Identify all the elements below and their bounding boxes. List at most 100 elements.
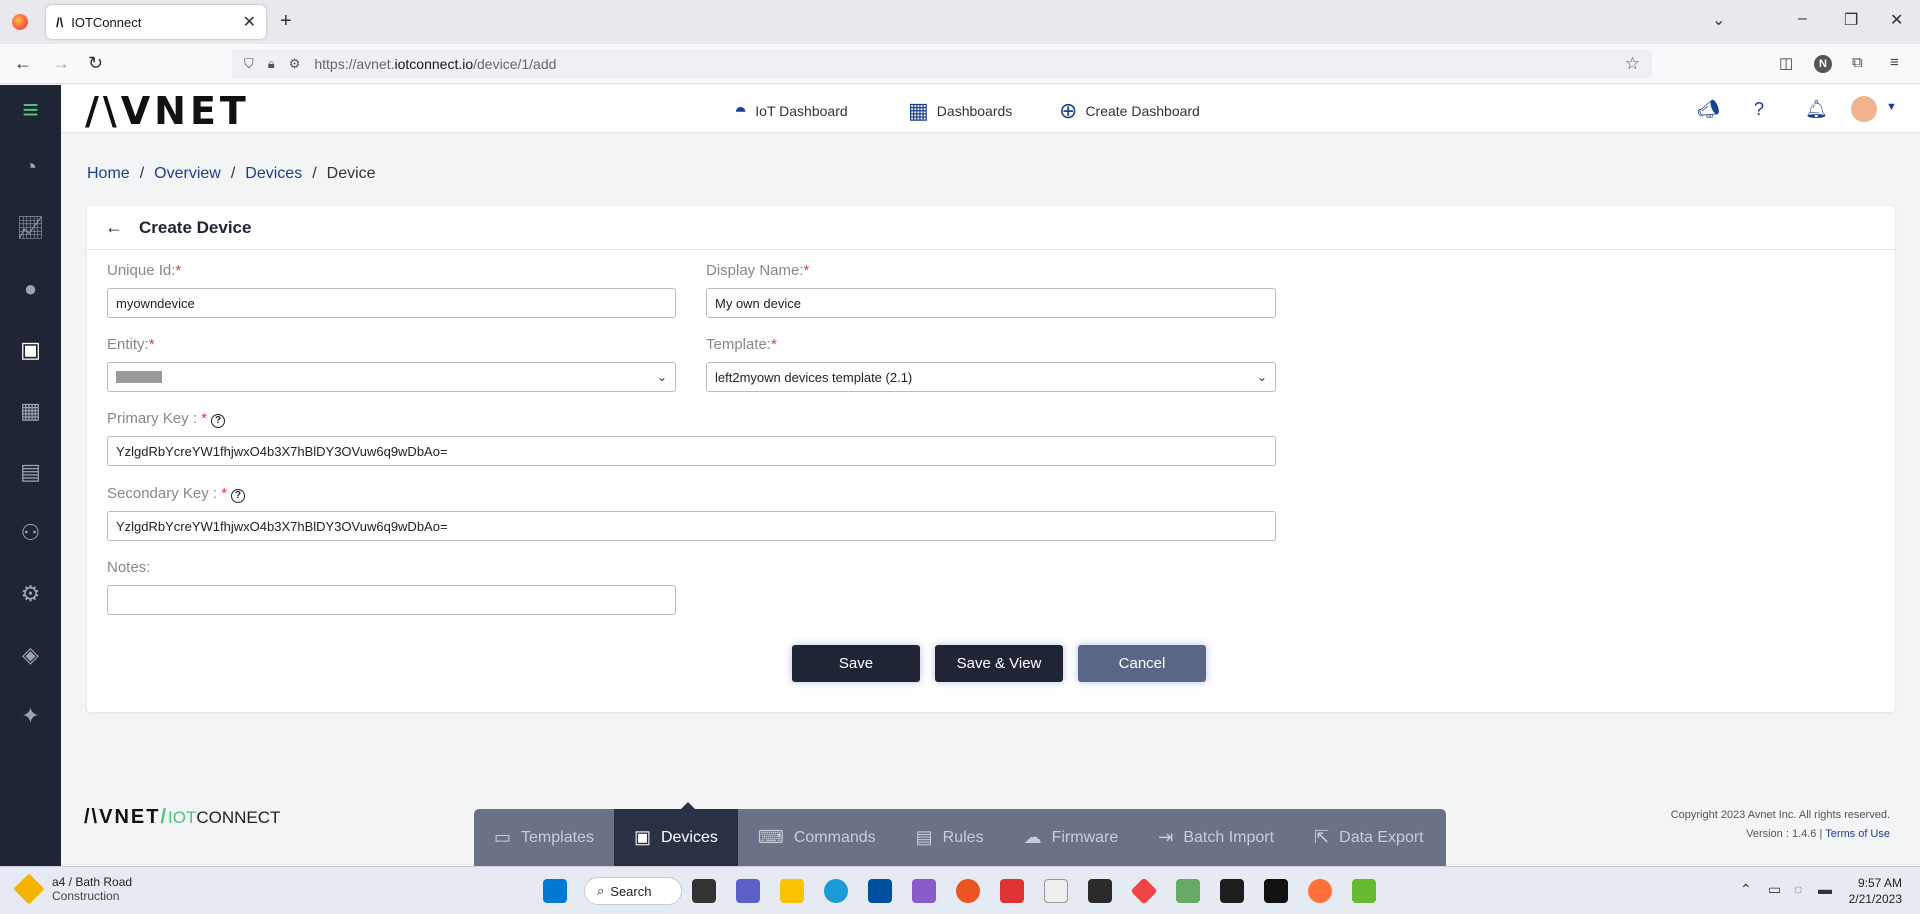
terminal-icon[interactable] <box>1220 879 1244 903</box>
forward-icon[interactable]: → <box>52 53 70 74</box>
bottom-nav-firmware[interactable]: ☁ Firmware <box>1004 809 1139 866</box>
analytics-icon[interactable]: 📈︎ <box>0 208 61 248</box>
tray-chevron-icon[interactable]: ⌃ <box>1740 881 1752 898</box>
save-view-button[interactable]: Save & View <box>935 645 1063 682</box>
unique-id-input[interactable]: myowndevice <box>107 288 676 318</box>
breadcrumb-home[interactable]: Home <box>87 165 130 183</box>
start-icon[interactable] <box>543 879 567 903</box>
profile-avatar[interactable]: N <box>1814 55 1832 73</box>
task-view-icon[interactable] <box>692 879 716 903</box>
bottom-nav-templates[interactable]: ▭ Templates <box>474 809 614 866</box>
user-icon[interactable]: ● <box>0 269 61 309</box>
template-select[interactable]: left2myown devices template (2.1) ⌄ <box>706 362 1276 392</box>
calendar-icon[interactable]: ▦ <box>0 391 61 431</box>
notepad-icon[interactable] <box>1044 879 1068 903</box>
clock-date: 2/21/2023 <box>1848 892 1902 906</box>
cmd-icon[interactable] <box>1264 879 1288 903</box>
snipping-tool-icon[interactable] <box>1000 879 1024 903</box>
notepad-plus-icon[interactable] <box>1352 879 1376 903</box>
browser-tab[interactable]: /\ IOTConnect ✕ <box>46 5 266 39</box>
lock-icon[interactable]: 🔒︎ <box>268 56 275 72</box>
ubuntu-icon[interactable] <box>956 879 980 903</box>
firefox-icon[interactable] <box>12 14 28 30</box>
terms-link[interactable]: Terms of Use <box>1825 828 1890 840</box>
store-icon[interactable] <box>868 879 892 903</box>
hamburger-icon[interactable]: ≡ <box>0 90 61 130</box>
import-icon: ⇥ <box>1158 827 1174 847</box>
app-icon[interactable] <box>1088 879 1112 903</box>
visual-studio-icon[interactable] <box>912 879 936 903</box>
new-tab-icon[interactable]: + <box>280 10 292 33</box>
dashboard-gauge-icon[interactable]: ◔ <box>0 147 61 187</box>
teams-icon[interactable] <box>736 879 760 903</box>
restore-icon[interactable]: ❐ <box>1844 10 1858 30</box>
nav-dashboards[interactable]: ▦ Dashboards <box>908 98 1012 124</box>
bookmark-star-icon[interactable]: ☆ <box>1625 54 1640 74</box>
save-button[interactable]: Save <box>792 645 920 682</box>
bottom-nav-data-export[interactable]: ⇱ Data Export <box>1294 809 1444 866</box>
chevron-down-icon: ⌄ <box>656 370 667 384</box>
copyright-text: Copyright 2023 Avnet Inc. All rights res… <box>1670 809 1890 821</box>
users-group-icon[interactable]: ⚇ <box>0 513 61 553</box>
bottom-nav-devices[interactable]: ▣ Devices <box>613 809 738 866</box>
cancel-button[interactable]: Cancel <box>1078 645 1206 682</box>
plug-icon[interactable]: ✦ <box>0 696 61 736</box>
tab-list-icon[interactable]: ⌄ <box>1712 10 1725 30</box>
code-icon: ⌨ <box>757 827 784 847</box>
taskbar-clock[interactable]: 9:57 AM 2/21/2023 <box>1849 875 1902 907</box>
breadcrumb-devices[interactable]: Devices <box>245 165 302 183</box>
minimize-icon[interactable]: – <box>1798 10 1807 28</box>
taskbar-search[interactable]: ⌕ Search <box>584 877 682 905</box>
shield-icon[interactable]: ⛉ <box>244 56 254 72</box>
help-icon[interactable]: ? <box>1754 99 1764 120</box>
notification-bell-icon[interactable]: 🔔︎ <box>1805 99 1828 120</box>
primary-key-input[interactable]: YzlgdRbYcreYW1fhjwxO4b3X7hBlDY3OVuw6q9wD… <box>107 436 1276 466</box>
close-window-icon[interactable]: ✕ <box>1890 10 1903 30</box>
firefox-taskbar-icon[interactable] <box>1308 879 1332 903</box>
edge-icon[interactable] <box>824 879 848 903</box>
menu-icon[interactable]: ≡ <box>1890 54 1899 71</box>
notes-input[interactable] <box>107 585 676 615</box>
weather-widget[interactable]: a4 / Bath Road Construction <box>13 873 132 905</box>
cubes-icon[interactable]: ◈ <box>0 635 61 675</box>
announcement-icon[interactable]: 📣︎ <box>1697 99 1720 120</box>
help-circle-icon[interactable]: ? <box>231 488 246 503</box>
bottom-nav-rules[interactable]: ▤ Rules <box>896 809 1004 866</box>
nav-iot-dashboard[interactable]: ◓ IoT Dashboard <box>734 98 848 124</box>
git-icon[interactable] <box>1130 877 1158 905</box>
display-icon[interactable]: ▭ <box>1768 881 1781 898</box>
entity-select[interactable]: ⌄ <box>107 362 676 392</box>
network-icon[interactable]: ◌ <box>1794 881 1802 897</box>
device-chip-icon[interactable]: ▣ <box>0 330 61 370</box>
bottom-nav-commands[interactable]: ⌨ Commands <box>738 809 896 866</box>
avnet-logo[interactable]: /\VNET <box>85 89 250 133</box>
caret-down-icon[interactable]: ▼ <box>1886 101 1897 113</box>
pocket-icon[interactable]: ◫ <box>1779 54 1793 72</box>
nav-create-dashboard[interactable]: ⊕ Create Dashboard <box>1059 98 1200 124</box>
user-avatar[interactable] <box>1851 96 1877 122</box>
display-name-input[interactable]: My own device <box>706 288 1276 318</box>
version-text: Version : 1.4.6 | <box>1746 828 1826 840</box>
secondary-key-input[interactable]: YzlgdRbYcreYW1fhjwxO4b3X7hBlDY3OVuw6q9wD… <box>107 511 1276 541</box>
file-explorer-icon[interactable] <box>780 879 804 903</box>
bottom-nav-batch-import[interactable]: ⇥ Batch Import <box>1138 809 1294 866</box>
profile-initial: N <box>1814 55 1832 73</box>
help-circle-icon[interactable]: ? <box>211 413 226 428</box>
clipboard-icon[interactable] <box>1176 879 1200 903</box>
reload-icon[interactable]: ↻ <box>88 53 103 74</box>
footer-logo: /\VNET/IOTCONNECT <box>84 806 281 828</box>
settings-icon[interactable]: ⚙ <box>0 574 61 614</box>
close-tab-icon[interactable]: ✕ <box>243 12 256 32</box>
clock-time: 9:57 AM <box>1857 876 1902 890</box>
battery-icon[interactable]: ▬ <box>1818 881 1832 897</box>
url-bar[interactable]: ⛉ 🔒︎ ⚙ https://avnet. iotconnect.io/devic… <box>232 49 1652 79</box>
permissions-icon[interactable]: ⚙ <box>289 56 301 72</box>
back-arrow-icon[interactable]: ← <box>105 217 123 238</box>
extensions-icon[interactable]: ⧉ <box>1852 54 1863 71</box>
report-icon[interactable]: ▤ <box>0 452 61 492</box>
breadcrumb-current: Device <box>326 165 376 182</box>
back-icon[interactable]: ← <box>14 53 32 74</box>
breadcrumb-overview[interactable]: Overview <box>154 165 221 183</box>
breadcrumb-sep: / <box>312 165 317 182</box>
rules-icon: ▤ <box>915 827 933 847</box>
